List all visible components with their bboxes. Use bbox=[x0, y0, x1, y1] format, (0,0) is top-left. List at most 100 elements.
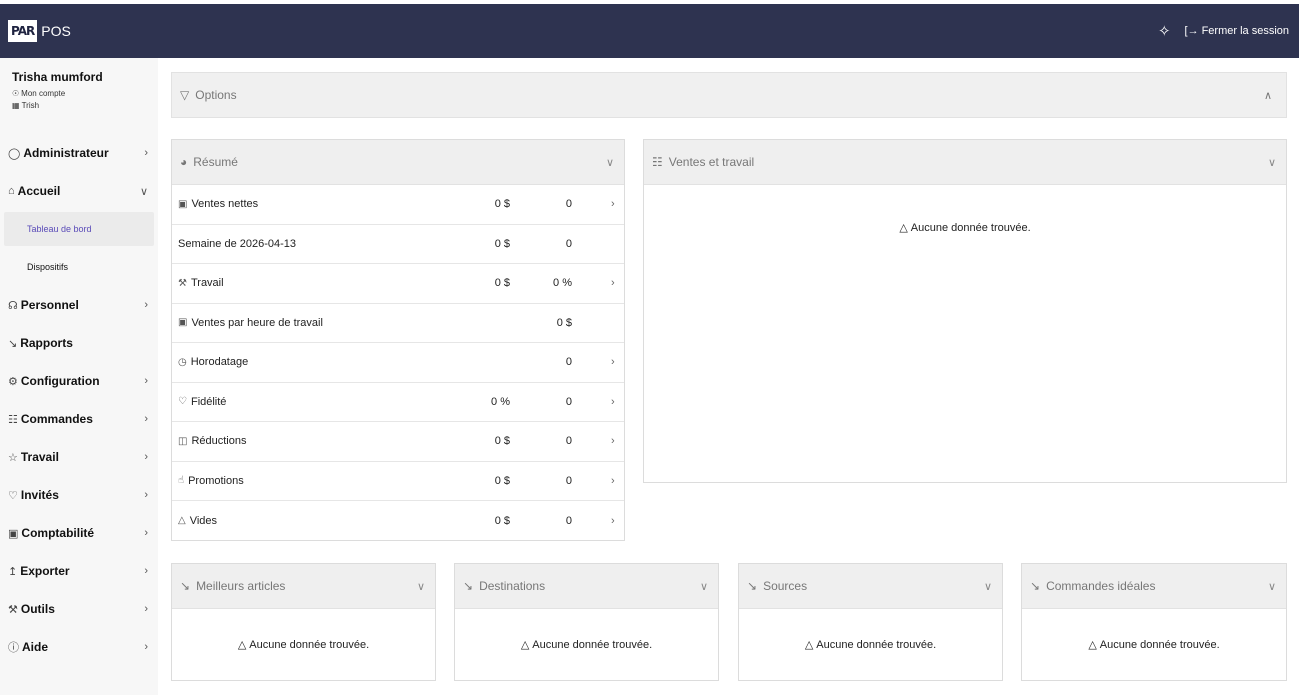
sidebar-item-label: Configuration bbox=[20, 374, 100, 388]
chevron-right-icon: › bbox=[611, 435, 615, 448]
ideal-orders-header[interactable]: ↘ Commandes idéales ∨ bbox=[1022, 564, 1286, 609]
row-value-2: 0 bbox=[565, 237, 572, 250]
heart-icon: ♡ bbox=[8, 489, 18, 502]
sidebar-item-comptabilite[interactable]: ▣ Comptabilité › bbox=[0, 514, 158, 552]
sidebar-item-label: Outils bbox=[20, 602, 55, 616]
my-account-link[interactable]: ☉ Mon compte bbox=[12, 89, 146, 98]
chevron-down-icon: ∨ bbox=[416, 580, 425, 593]
chevron-down-icon: ∨ bbox=[699, 580, 708, 593]
sidebar-item-label: Commandes bbox=[20, 412, 93, 426]
sidebar-item-label: Invités bbox=[20, 488, 59, 502]
options-panel[interactable]: ▽ Options ∧ bbox=[171, 72, 1287, 118]
chart-icon: ↘ bbox=[747, 579, 758, 593]
store-link[interactable]: ▦ Trish bbox=[12, 101, 146, 110]
sidebar-item-administrateur[interactable]: ◯ Administrateur › bbox=[0, 134, 158, 172]
empty-text: Aucune donnée trouvée. bbox=[1099, 638, 1220, 651]
row-value-1: 0 % bbox=[491, 395, 510, 408]
app-logo[interactable]: PAR POS bbox=[8, 20, 71, 42]
warning-icon: △ bbox=[178, 515, 186, 527]
top-items-header[interactable]: ↘ Meilleurs articles ∨ bbox=[172, 564, 435, 609]
chevron-right-icon: › bbox=[611, 514, 615, 527]
chevron-right-icon: › bbox=[611, 277, 615, 290]
destinations-header[interactable]: ↘ Destinations ∨ bbox=[455, 564, 718, 609]
sources-title: Sources bbox=[763, 579, 808, 593]
top-bar: PAR POS ✧ [→ Fermer la session bbox=[0, 4, 1299, 58]
empty-message: △ Aucune donnée trouvée. bbox=[644, 221, 1286, 235]
utensils-icon: ☷ bbox=[652, 155, 663, 169]
sidebar-item-label: Travail bbox=[20, 450, 59, 464]
chevron-right-icon: › bbox=[144, 147, 148, 159]
gift-icon: ◫ bbox=[178, 435, 188, 447]
chevron-right-icon: › bbox=[144, 641, 148, 653]
summary-row-horodatage[interactable]: ◷ Horodatage 0 › bbox=[172, 343, 624, 383]
row-label: Réductions bbox=[191, 435, 247, 448]
sidebar-item-aide[interactable]: ⓘ Aide › bbox=[0, 628, 158, 666]
row-value-1: 0 $ bbox=[494, 474, 510, 487]
sidebar-item-label: Rapports bbox=[20, 336, 73, 350]
summary-rows: ▣ Ventes nettes 0 $ 0 › Semaine de 2026-0… bbox=[172, 185, 624, 541]
chevron-right-icon: › bbox=[144, 527, 148, 539]
empty-message: △ Aucune donnée trouvée. bbox=[455, 638, 718, 652]
summary-row-reductions[interactable]: ◫ Réductions 0 $ 0 › bbox=[172, 422, 624, 462]
warning-icon: △ bbox=[520, 639, 530, 651]
sidebar-item-travail[interactable]: ☆ Travail › bbox=[0, 438, 158, 476]
summary-panel: ◕ Résumé ∨ ▣ Ventes nettes 0 $ 0 › Semain… bbox=[171, 139, 625, 541]
sidebar-item-label: Comptabilité bbox=[21, 526, 95, 540]
sidebar-item-invites[interactable]: ♡ Invités › bbox=[0, 476, 158, 514]
summary-panel-header[interactable]: ◕ Résumé ∨ bbox=[172, 140, 624, 185]
options-title: Options bbox=[195, 88, 237, 102]
summary-row-ventes-nettes[interactable]: ▣ Ventes nettes 0 $ 0 › bbox=[172, 185, 624, 225]
upload-icon: ↥ bbox=[8, 565, 18, 578]
chevron-right-icon: › bbox=[144, 451, 148, 463]
warning-icon: △ bbox=[1088, 639, 1097, 651]
chevron-right-icon: › bbox=[611, 198, 615, 211]
sources-header[interactable]: ↘ Sources ∨ bbox=[739, 564, 1002, 609]
sales-labor-title: Ventes et travail bbox=[668, 155, 755, 169]
sales-labor-header[interactable]: ☷ Ventes et travail ∨ bbox=[644, 140, 1286, 185]
chevron-right-icon: › bbox=[144, 565, 148, 577]
chevron-down-icon: ∨ bbox=[605, 156, 614, 169]
sidebar-item-outils[interactable]: ⚒ Outils › bbox=[0, 590, 158, 628]
ideal-orders-title: Commandes idéales bbox=[1046, 579, 1156, 593]
wrench-icon: ⚒ bbox=[178, 277, 187, 289]
gauge-icon: ◕ bbox=[180, 155, 188, 169]
sources-panel: ↘ Sources ∨ △ Aucune donnée trouvée. bbox=[738, 563, 1003, 681]
gear-icon: ⚙ bbox=[8, 375, 18, 388]
sidebar-item-rapports[interactable]: ↘ Rapports bbox=[0, 324, 158, 362]
sparkle-icon[interactable]: ✧ bbox=[1158, 22, 1171, 40]
refresh-icon: ◯ bbox=[8, 147, 21, 160]
top-items-panel: ↘ Meilleurs articles ∨ △ Aucune donnée t… bbox=[171, 563, 436, 681]
summary-row-vides[interactable]: △ Vides 0 $ 0 › bbox=[172, 501, 624, 541]
sales-labor-panel: ☷ Ventes et travail ∨ △ Aucune donnée tr… bbox=[643, 139, 1287, 483]
chevron-right-icon: › bbox=[144, 603, 148, 615]
top-items-title: Meilleurs articles bbox=[196, 579, 286, 593]
row-value-1: 0 $ bbox=[494, 277, 510, 290]
row-label: Semaine de 2026-04-13 bbox=[178, 237, 297, 250]
sidebar-item-personnel[interactable]: ☊ Personnel › bbox=[0, 286, 158, 324]
logo-text: POS bbox=[41, 23, 71, 39]
sidebar-item-configuration[interactable]: ⚙ Configuration › bbox=[0, 362, 158, 400]
users-icon: ☊ bbox=[8, 299, 18, 312]
row-label: Promotions bbox=[188, 474, 244, 487]
empty-message: △ Aucune donnée trouvée. bbox=[739, 638, 1002, 652]
row-value-2: 0 bbox=[565, 474, 572, 487]
sidebar-item-exporter[interactable]: ↥ Exporter › bbox=[0, 552, 158, 590]
sidebar-subitem-tableau-de-bord[interactable]: Tableau de bord bbox=[4, 212, 154, 246]
summary-row-fidelite[interactable]: ♡ Fidélité 0 % 0 › bbox=[172, 383, 624, 422]
summary-row-travail[interactable]: ⚒ Travail 0 $ 0 % › bbox=[172, 264, 624, 304]
sidebar-item-accueil[interactable]: ⌂ Accueil ∨ bbox=[0, 172, 158, 210]
summary-row-promotions[interactable]: ☝ Promotions 0 $ 0 › bbox=[172, 462, 624, 501]
sidebar-subitem-dispositifs[interactable]: Dispositifs bbox=[0, 248, 158, 286]
logout-button[interactable]: [→ Fermer la session bbox=[1185, 25, 1289, 37]
sidebar-item-commandes[interactable]: ☷ Commandes › bbox=[0, 400, 158, 438]
sidebar-nav: ◯ Administrateur › ⌂ Accueil ∨ Tableau de … bbox=[0, 134, 158, 666]
cash-icon: ▣ bbox=[178, 198, 188, 210]
cash-icon: ▣ bbox=[8, 527, 19, 540]
chart-icon: ↘ bbox=[8, 337, 18, 350]
my-account-label: Mon compte bbox=[21, 89, 66, 98]
ideal-orders-panel: ↘ Commandes idéales ∨ △ Aucune donnée tr… bbox=[1021, 563, 1287, 681]
sidebar: Trisha mumford ☉ Mon compte ▦ Trish ◯ Adm… bbox=[0, 58, 158, 695]
chevron-down-icon: ∨ bbox=[983, 580, 992, 593]
chevron-right-icon: › bbox=[611, 395, 615, 408]
utensils-icon: ☷ bbox=[8, 413, 18, 426]
